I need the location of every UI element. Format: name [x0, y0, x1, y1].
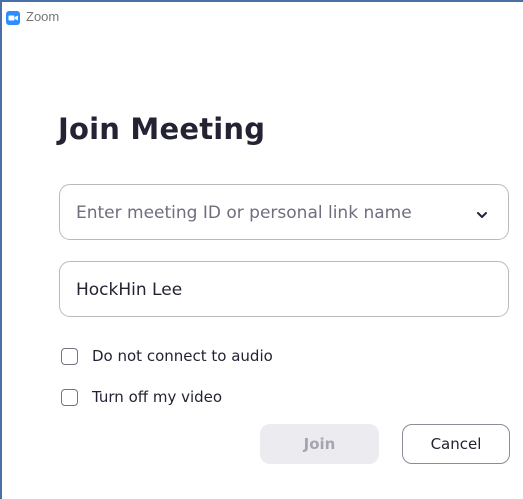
title-bar[interactable]: Zoom	[2, 2, 523, 32]
display-name-input[interactable]: HockHin Lee	[59, 261, 509, 317]
video-off-label[interactable]: Turn off my video	[92, 388, 222, 406]
cancel-button[interactable]: Cancel	[402, 424, 510, 464]
option-video-off[interactable]: Turn off my video	[61, 388, 222, 406]
video-off-checkbox[interactable]	[61, 388, 78, 406]
page-title: Join Meeting	[58, 112, 266, 146]
display-name-value: HockHin Lee	[76, 280, 183, 300]
zoom-camera-icon	[6, 11, 20, 25]
chevron-down-icon[interactable]	[476, 207, 488, 218]
no-audio-checkbox[interactable]	[61, 347, 78, 365]
window-title: Zoom	[26, 9, 60, 24]
option-no-audio[interactable]: Do not connect to audio	[61, 347, 273, 365]
meeting-id-input[interactable]: Enter meeting ID or personal link name	[59, 184, 509, 240]
no-audio-label[interactable]: Do not connect to audio	[92, 347, 273, 365]
zoom-window: Zoom Join Meeting Enter meeting ID or pe…	[0, 0, 523, 499]
join-button[interactable]: Join	[260, 424, 379, 464]
meeting-id-placeholder: Enter meeting ID or personal link name	[76, 203, 412, 223]
